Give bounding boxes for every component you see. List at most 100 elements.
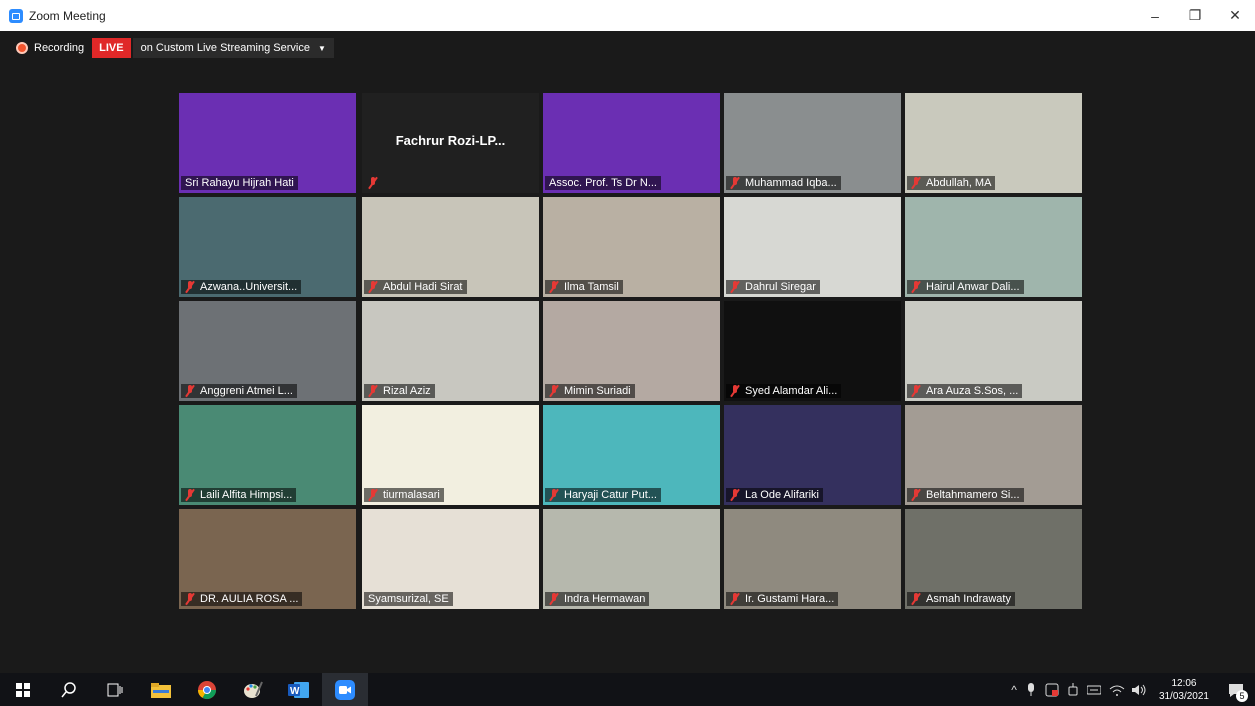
windows-start-icon[interactable] [0, 673, 46, 706]
system-clock[interactable]: 12:06 31/03/2021 [1159, 677, 1209, 703]
participant-name: Abdullah, MA [926, 177, 992, 189]
participant-video-tile[interactable]: Laili Alfita Himpsi... [179, 405, 356, 505]
participant-name: Indra Hermawan [564, 593, 646, 605]
meeting-area: Recording LIVE on Custom Live Streaming … [0, 31, 1255, 673]
participant-video-tile[interactable]: Syed Alamdar Ali... [724, 301, 901, 401]
participant-video-tile[interactable]: Haryaji Catur Put... [543, 405, 720, 505]
recording-label[interactable]: Recording [34, 42, 84, 54]
participant-name-label: Anggreni Atmei L... [181, 384, 297, 398]
participant-name: Syed Alamdar Ali... [745, 385, 838, 397]
participant-name-label [364, 176, 387, 190]
restore-button[interactable]: ❐ [1175, 0, 1215, 31]
participant-name: Hairul Anwar Dali... [926, 281, 1020, 293]
app-tray-icon[interactable] [1045, 683, 1059, 697]
participant-name: Azwana..Universit... [200, 281, 298, 293]
participant-name-label: Ara Auza S.Sos, ... [907, 384, 1023, 398]
title-bar: Zoom Meeting – ❐ ✕ [0, 0, 1255, 31]
participant-video-tile[interactable]: Syamsurizal, SE [362, 509, 539, 609]
svg-text:W: W [290, 686, 300, 697]
participant-name-label: Abdul Hadi Sirat [364, 280, 467, 294]
participant-name: Sri Rahayu Hijrah Hati [185, 177, 294, 189]
participant-name: tiurmalasari [383, 489, 440, 501]
window-title: Zoom Meeting [29, 8, 106, 23]
zoom-icon[interactable] [322, 673, 368, 706]
participant-name-label: Syamsurizal, SE [364, 592, 453, 606]
usb-icon[interactable] [1067, 682, 1079, 697]
participant-video-tile[interactable]: Azwana..Universit... [179, 197, 356, 297]
participant-name: Mimin Suriadi [564, 385, 631, 397]
muted-mic-icon [368, 385, 378, 397]
chrome-icon[interactable] [184, 673, 230, 706]
paint-icon[interactable] [230, 673, 276, 706]
participant-name: Syamsurizal, SE [368, 593, 449, 605]
participant-name: Ilma Tamsil [564, 281, 619, 293]
participant-name-label: Azwana..Universit... [181, 280, 302, 294]
file-explorer-icon[interactable] [138, 673, 184, 706]
participant-name: Laili Alfita Himpsi... [200, 489, 293, 501]
participant-video-tile[interactable]: Muhammad Iqba... [724, 93, 901, 193]
participant-video-tile[interactable]: Ilma Tamsil [543, 197, 720, 297]
volume-icon[interactable] [1131, 684, 1147, 696]
zoom-app-icon [9, 8, 23, 23]
muted-mic-icon [549, 593, 559, 605]
participant-center-name: Fachrur Rozi-LP... [395, 133, 506, 148]
windows-taskbar: W ^ 12:06 31/03/2021 5 [0, 673, 1255, 706]
participant-video-tile[interactable]: Ara Auza S.Sos, ... [905, 301, 1082, 401]
muted-mic-icon [549, 489, 559, 501]
participant-video-tile[interactable]: La Ode Alifariki [724, 405, 901, 505]
participant-name: Anggreni Atmei L... [200, 385, 293, 397]
participant-name-label: Asmah Indrawaty [907, 592, 1015, 606]
participant-name-label: Mimin Suriadi [545, 384, 635, 398]
participant-name-label: tiurmalasari [364, 488, 444, 502]
notification-center-icon[interactable]: 5 [1223, 673, 1249, 706]
muted-mic-icon [911, 281, 921, 293]
participant-name-label: Muhammad Iqba... [726, 176, 841, 190]
participant-video-tile[interactable]: Fachrur Rozi-LP... [362, 93, 539, 193]
participant-video-tile[interactable]: Asmah Indrawaty [905, 509, 1082, 609]
muted-mic-icon [911, 489, 921, 501]
participant-name-label: Sri Rahayu Hijrah Hati [181, 176, 298, 190]
muted-mic-icon [185, 593, 195, 605]
participant-video-tile[interactable]: Abdullah, MA [905, 93, 1082, 193]
muted-mic-icon [730, 593, 740, 605]
participant-name-label: Ir. Gustami Hara... [726, 592, 839, 606]
muted-mic-icon [185, 385, 195, 397]
microphone-icon[interactable] [1025, 682, 1037, 697]
participant-name: Ir. Gustami Hara... [745, 593, 835, 605]
muted-mic-icon [549, 281, 559, 293]
word-icon[interactable]: W [276, 673, 322, 706]
participant-video-tile[interactable]: Mimin Suriadi [543, 301, 720, 401]
participant-video-tile[interactable]: DR. AULIA ROSA ... [179, 509, 356, 609]
muted-mic-icon [185, 281, 195, 293]
participant-video-tile[interactable]: Ir. Gustami Hara... [724, 509, 901, 609]
task-view-icon[interactable] [92, 673, 138, 706]
participant-video-tile[interactable]: Rizal Aziz [362, 301, 539, 401]
live-stream-dropdown[interactable]: on Custom Live Streaming Service ▼ [132, 38, 334, 58]
close-button[interactable]: ✕ [1215, 0, 1255, 31]
participant-video-tile[interactable]: Indra Hermawan [543, 509, 720, 609]
participant-video-tile[interactable]: Beltahmamero Si... [905, 405, 1082, 505]
keyboard-layout-icon[interactable] [1086, 684, 1101, 696]
participant-video-tile[interactable]: tiurmalasari [362, 405, 539, 505]
participant-video-tile[interactable]: Abdul Hadi Sirat [362, 197, 539, 297]
participant-name: Haryaji Catur Put... [564, 489, 657, 501]
participant-video-tile[interactable]: Assoc. Prof. Ts Dr N... [543, 93, 720, 193]
tray-overflow-icon[interactable]: ^ [1011, 683, 1017, 697]
participant-video-tile[interactable]: Dahrul Siregar [724, 197, 901, 297]
muted-mic-icon [911, 385, 921, 397]
participant-video-tile[interactable]: Sri Rahayu Hijrah Hati [179, 93, 356, 193]
muted-mic-icon [368, 281, 378, 293]
wifi-icon[interactable] [1109, 684, 1125, 696]
participant-video-tile[interactable]: Anggreni Atmei L... [179, 301, 356, 401]
participant-name: Dahrul Siregar [745, 281, 816, 293]
clock-time: 12:06 [1171, 677, 1197, 689]
participant-name: Muhammad Iqba... [745, 177, 837, 189]
search-icon[interactable] [46, 673, 92, 706]
muted-mic-icon [911, 177, 921, 189]
muted-mic-icon [368, 177, 378, 189]
minimize-button[interactable]: – [1135, 0, 1175, 31]
muted-mic-icon [730, 177, 740, 189]
participant-name: Ara Auza S.Sos, ... [926, 385, 1019, 397]
participant-video-tile[interactable]: Hairul Anwar Dali... [905, 197, 1082, 297]
recording-bar: Recording LIVE on Custom Live Streaming … [16, 37, 334, 59]
